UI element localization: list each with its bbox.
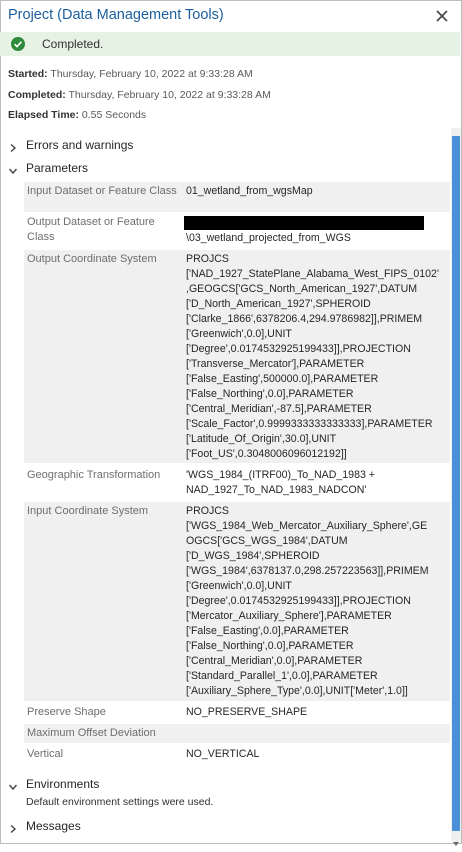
section-messages-label: Messages [26, 819, 81, 833]
param-row: Output Coordinate System PROJCS ['NAD_19… [24, 250, 450, 463]
section-errors-label: Errors and warnings [26, 138, 134, 152]
param-value: NO_PRESERVE_SHAPE [186, 706, 308, 718]
chevron-down-icon [8, 163, 18, 175]
chevron-down-icon [8, 779, 18, 791]
section-parameters-label: Parameters [26, 161, 89, 175]
started-label: Started: [8, 68, 48, 80]
param-row: Output Dataset or Feature Class \03_wetl… [24, 213, 450, 248]
chevron-right-icon [8, 821, 18, 834]
completed-label: Completed: [8, 89, 66, 101]
param-row: Maximum Offset Deviation [24, 724, 450, 743]
started-info: Started: Thursday, February 10, 2022 at … [8, 68, 253, 80]
check-circle-icon [11, 37, 25, 51]
param-name: Vertical [27, 748, 64, 760]
param-name: Input Coordinate System [27, 505, 149, 517]
status-text: Completed. [42, 37, 104, 51]
status-banner: Completed. [0, 32, 460, 56]
section-environments-label: Environments [26, 777, 100, 791]
param-value: 01_wetland_from_wgsMap [186, 185, 313, 197]
elapsed-value: 0.55 Seconds [79, 109, 147, 121]
param-row: Input Coordinate System PROJCS ['WGS_198… [24, 502, 450, 701]
param-value: PROJCS ['NAD_1927_StatePlane_Alabama_Wes… [186, 253, 439, 460]
param-value: 'WGS_1984_(ITRF00)_To_NAD_1983 + NAD_192… [186, 469, 375, 496]
scrollbar-thumb[interactable] [452, 136, 460, 831]
window-title: Project (Data Management Tools) [8, 7, 224, 23]
title-bar: Project (Data Management Tools) [0, 0, 460, 32]
param-name: Geographic Transformation [27, 469, 161, 481]
param-name: Maximum Offset Deviation [27, 727, 156, 739]
environments-text: Default environment settings were used. [26, 796, 214, 808]
chevron-right-icon [8, 140, 18, 153]
param-name: Output Dataset or Feature Class [27, 216, 155, 243]
elapsed-label: Elapsed Time: [8, 109, 79, 121]
close-icon[interactable] [434, 8, 450, 24]
scroll-down-icon[interactable] [453, 834, 459, 846]
param-name: Input Dataset or Feature Class [27, 185, 177, 197]
param-row: Input Dataset or Feature Class 01_wetlan… [24, 182, 450, 212]
completed-info: Completed: Thursday, February 10, 2022 a… [8, 89, 271, 101]
param-row: Preserve Shape NO_PRESERVE_SHAPE [24, 703, 450, 722]
param-row: Vertical NO_VERTICAL [24, 745, 450, 764]
param-name: Preserve Shape [27, 706, 106, 718]
param-name: Output Coordinate System [27, 253, 157, 265]
param-value: PROJCS ['WGS_1984_Web_Mercator_Auxiliary… [186, 505, 429, 697]
redacted-path [184, 216, 424, 230]
started-value: Thursday, February 10, 2022 at 9:33:28 A… [47, 68, 253, 80]
completed-value: Thursday, February 10, 2022 at 9:33:28 A… [65, 89, 271, 101]
param-row: Geographic Transformation 'WGS_1984_(ITR… [24, 466, 450, 501]
param-value: NO_VERTICAL [186, 748, 260, 760]
elapsed-info: Elapsed Time: 0.55 Seconds [8, 109, 146, 121]
vertical-scrollbar[interactable] [451, 128, 461, 846]
param-value: \03_wetland_projected_from_WGS [186, 232, 351, 244]
